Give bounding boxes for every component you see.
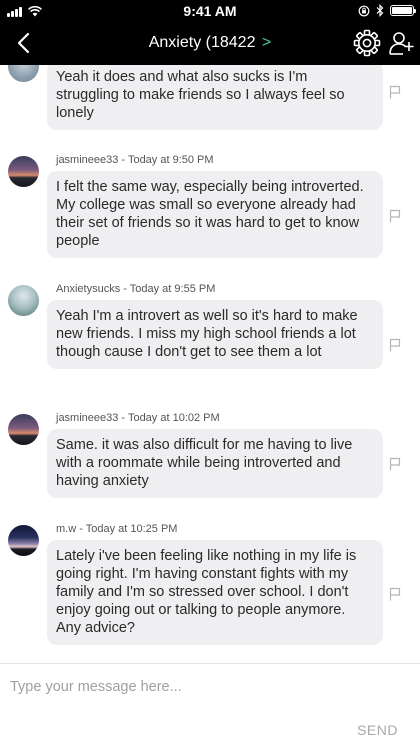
message-text: Same. it was also difficult for me havin… (56, 437, 353, 489)
avatar[interactable] (8, 65, 39, 82)
flag-icon[interactable] (389, 587, 401, 601)
message-sender: m.w - Today at 10:25 PM (56, 523, 178, 535)
message-text: Yeah I'm a introvert as well so it's har… (56, 308, 358, 360)
message-text: Yeah it does and what also sucks is I'm … (56, 69, 345, 121)
message-text: Lately i've been feeling like nothing in… (56, 548, 357, 636)
bluetooth-icon (376, 4, 384, 17)
avatar[interactable] (8, 285, 39, 316)
message-bubble[interactable]: Same. it was also difficult for me havin… (47, 429, 383, 498)
avatar[interactable] (8, 525, 39, 556)
orientation-lock-icon (358, 5, 370, 16)
message-sender: jasmineee33 - Today at 9:50 PM (56, 154, 214, 166)
flag-icon[interactable] (389, 338, 401, 352)
message-text: I felt the same way, especially being in… (56, 179, 364, 249)
message-input[interactable] (10, 676, 400, 698)
nav-bar: Anxiety (18422 > (0, 22, 420, 65)
message-sender: Anxietysucks - Today at 9:55 PM (56, 283, 216, 295)
battery-icon (390, 5, 416, 16)
flag-icon[interactable] (389, 457, 401, 471)
add-user-icon (389, 32, 414, 55)
status-time: 9:41 AM (183, 3, 237, 19)
message-sender: jasmineee33 - Today at 10:02 PM (56, 412, 220, 424)
message-composer: SEND (0, 663, 420, 750)
avatar[interactable] (8, 156, 39, 187)
message-list[interactable]: Yeah it does and what also sucks is I'm … (0, 65, 420, 663)
flag-icon[interactable] (389, 85, 401, 99)
message-bubble[interactable]: Lately i've been feeling like nothing in… (47, 540, 383, 645)
channel-title: Anxiety (18422 (148, 34, 256, 51)
flag-icon[interactable] (389, 209, 401, 223)
battery-level (392, 7, 412, 14)
gear-icon (353, 29, 381, 57)
message-bubble[interactable]: Yeah it does and what also sucks is I'm … (47, 65, 383, 130)
avatar[interactable] (8, 414, 39, 445)
settings-button[interactable] (353, 29, 381, 57)
chevron-right-icon: > (261, 34, 272, 51)
send-button[interactable]: SEND (357, 722, 398, 738)
message-bubble[interactable]: Yeah I'm a introvert as well so it's har… (47, 300, 383, 369)
status-bar: 9:41 AM (0, 0, 420, 22)
status-right-group (358, 4, 416, 17)
message-bubble[interactable]: I felt the same way, especially being in… (47, 171, 383, 258)
add-user-button[interactable] (388, 29, 414, 57)
